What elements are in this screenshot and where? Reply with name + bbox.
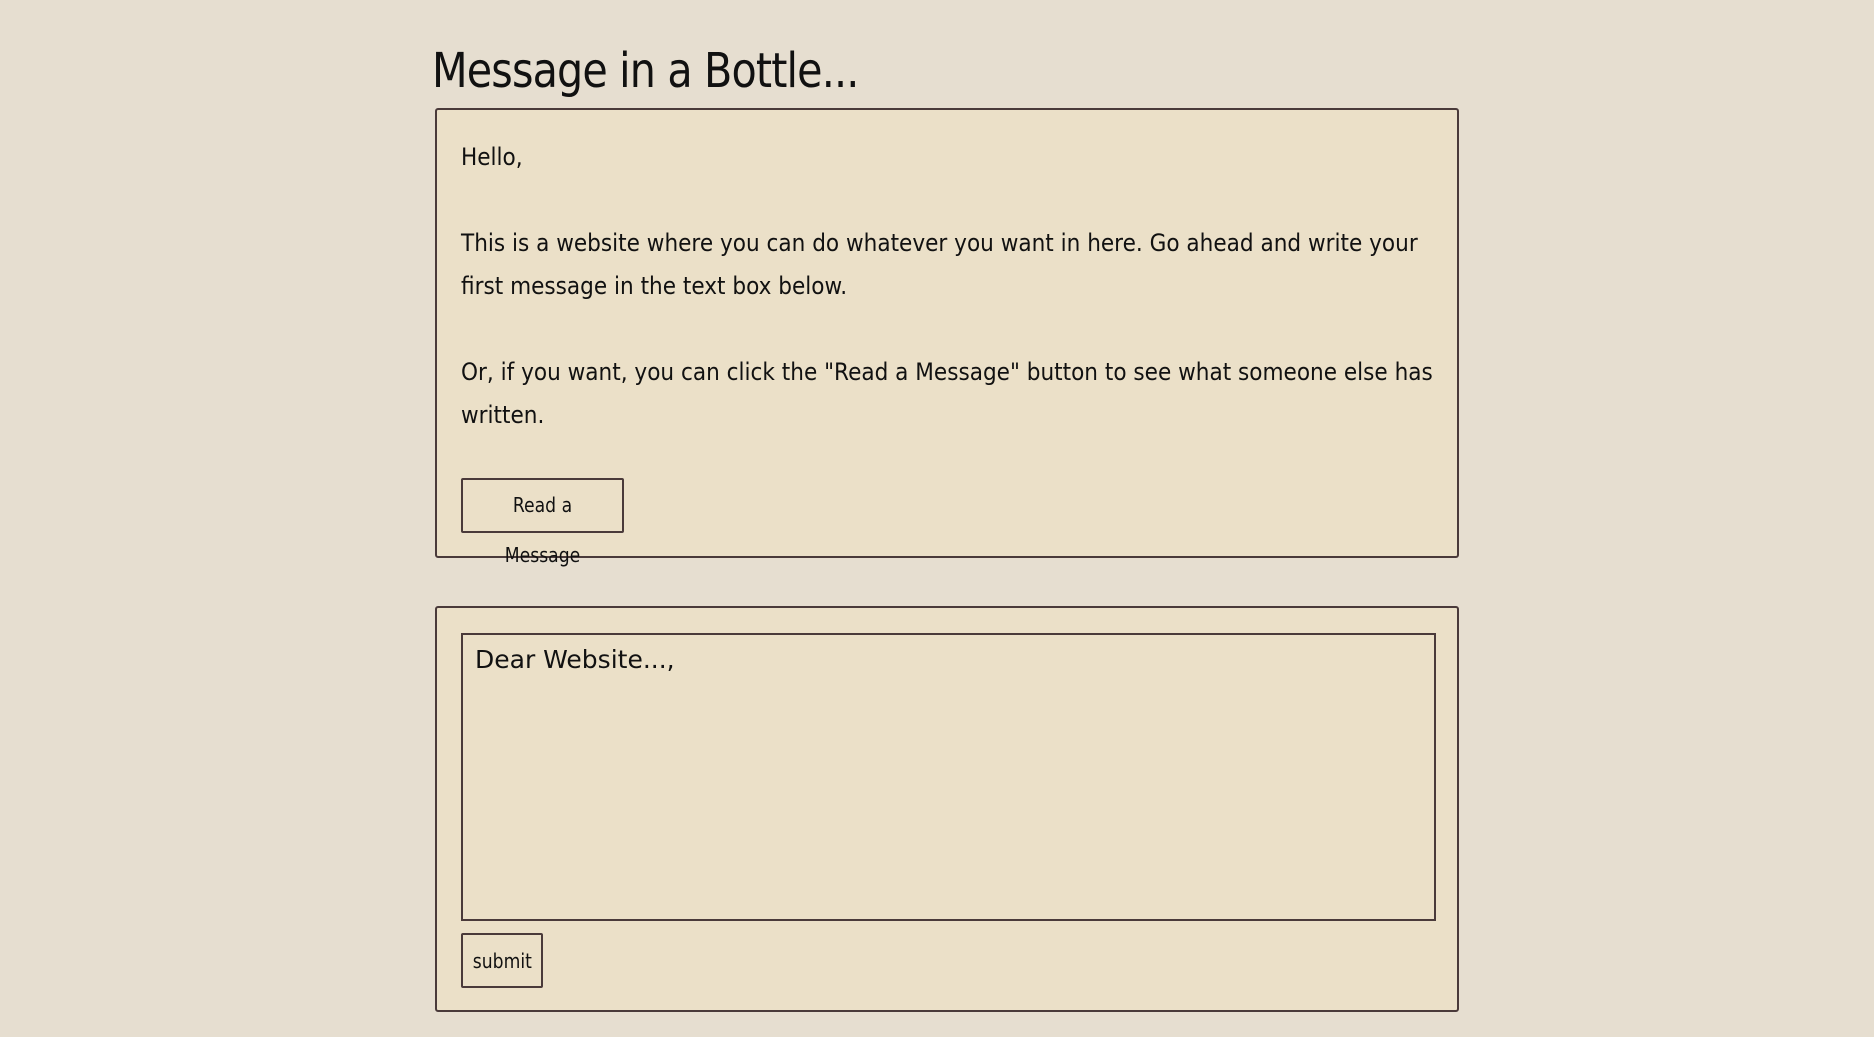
- submit-button[interactable]: submit: [461, 933, 543, 988]
- intro-greeting: Hello,: [461, 143, 523, 171]
- submit-button-label: submit: [472, 948, 532, 973]
- read-message-button[interactable]: Read a Message: [461, 478, 624, 567]
- message-textarea[interactable]: [461, 633, 1436, 921]
- compose-panel: submit: [435, 606, 1459, 1012]
- intro-paragraph-read: Or, if you want, you can click the "Read…: [461, 358, 1440, 429]
- intro-panel: Hello, This is a website where you can d…: [435, 108, 1459, 567]
- intro-text: Hello, This is a website where you can d…: [461, 136, 1433, 480]
- read-message-button-label: Read a Message: [504, 493, 581, 567]
- intro-paragraph-write: This is a website where you can do whate…: [461, 229, 1425, 300]
- page-title: Message in a Bottle...: [432, 43, 859, 99]
